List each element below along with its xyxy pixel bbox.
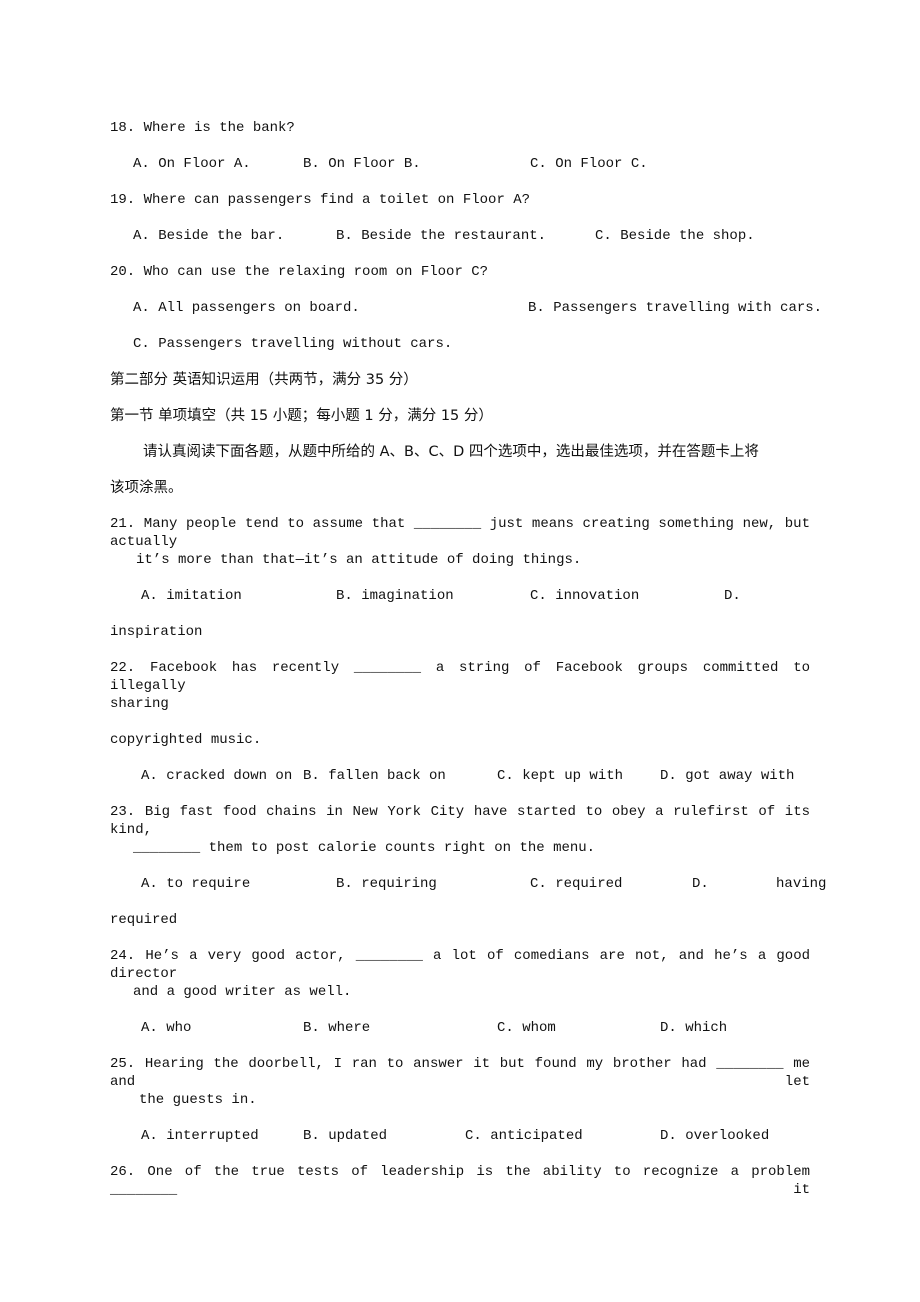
q22-option-b: B. fallen back on	[303, 768, 446, 784]
q24-option-d: D. which	[660, 1020, 728, 1036]
q25-option-a: A. interrupted	[141, 1128, 259, 1144]
q19-option-b: B. Beside the restaurant.	[336, 228, 547, 244]
instructions-line2: 该项涂黑。	[110, 480, 183, 496]
q22-option-d: D. got away with	[660, 768, 795, 784]
q21-stem-cont: it’s more than that—it’s an attitude of …	[136, 552, 582, 568]
q24-option-a: A. who	[141, 1020, 192, 1036]
q23-option-b: B. requiring	[336, 876, 437, 892]
q22-option-a: A. cracked down on	[141, 768, 293, 784]
q23-stem-cont: ________ them to post calorie counts rig…	[133, 840, 596, 856]
q18-stem: 18. Where is the bank?	[110, 120, 295, 136]
q23-stem: 23. Big fast food chains in New York Cit…	[110, 804, 810, 838]
q21-option-d: D.	[724, 588, 741, 604]
q24-option-b: B. where	[303, 1020, 371, 1036]
instructions-line1: 请认真阅读下面各题，从题中所给的 A、B、C、D 四个选项中，选出最佳选项，并在…	[143, 444, 759, 460]
q25-stem: 25. Hearing the doorbell, I ran to answe…	[110, 1056, 810, 1090]
q23-option-d-text: required	[110, 912, 178, 928]
part2-heading: 第二部分 英语知识运用（共两节，满分 35 分）	[110, 372, 418, 388]
q25-option-d: D. overlooked	[660, 1128, 770, 1144]
q20-option-b: B. Passengers travelling with cars.	[528, 300, 823, 316]
section1-heading: 第一节 单项填空（共 15 小题；每小题 1 分，满分 15 分）	[110, 408, 493, 424]
q19-option-c: C. Beside the shop.	[595, 228, 755, 244]
q19-stem: 19. Where can passengers find a toilet o…	[110, 192, 531, 208]
q26-stem: 26. One of the true tests of leadership …	[110, 1164, 810, 1198]
q25-option-c: C. anticipated	[465, 1128, 583, 1144]
q24-stem-cont: and a good writer as well.	[133, 984, 352, 1000]
q21-option-b: B. imagination	[336, 588, 454, 604]
q18-option-c: C. On Floor C.	[530, 156, 648, 172]
q22-stem: 22. Facebook has recently ________ a str…	[110, 660, 810, 694]
q20-option-a: A. All passengers on board.	[133, 300, 360, 316]
q20-option-c: C. Passengers travelling without cars.	[133, 336, 453, 352]
q23-option-d: D. having	[692, 876, 827, 892]
q25-option-b: B. updated	[303, 1128, 388, 1144]
q22-stem-cont: sharing	[110, 696, 169, 712]
q24-option-c: C. whom	[497, 1020, 556, 1036]
document-page: 18. Where is the bank? A. On Floor A. B.…	[0, 0, 920, 1302]
q20-stem: 20. Who can use the relaxing room on Flo…	[110, 264, 489, 280]
q23-option-a: A. to require	[141, 876, 251, 892]
q23-option-c: C. required	[530, 876, 623, 892]
q21-option-a: A. imitation	[141, 588, 242, 604]
q24-stem: 24. He’s a very good actor, ________ a l…	[110, 948, 810, 982]
q21-option-c: C. innovation	[530, 588, 640, 604]
q21-stem: 21. Many people tend to assume that ____…	[110, 516, 810, 550]
q22-option-c: C. kept up with	[497, 768, 624, 784]
q25-stem-cont: the guests in.	[139, 1092, 257, 1108]
q21-option-d-text: inspiration	[110, 624, 203, 640]
q18-option-a: A. On Floor A.	[133, 156, 251, 172]
q22-stem-cont2: copyrighted music.	[110, 732, 262, 748]
q19-option-a: A. Beside the bar.	[133, 228, 285, 244]
q18-option-b: B. On Floor B.	[303, 156, 421, 172]
